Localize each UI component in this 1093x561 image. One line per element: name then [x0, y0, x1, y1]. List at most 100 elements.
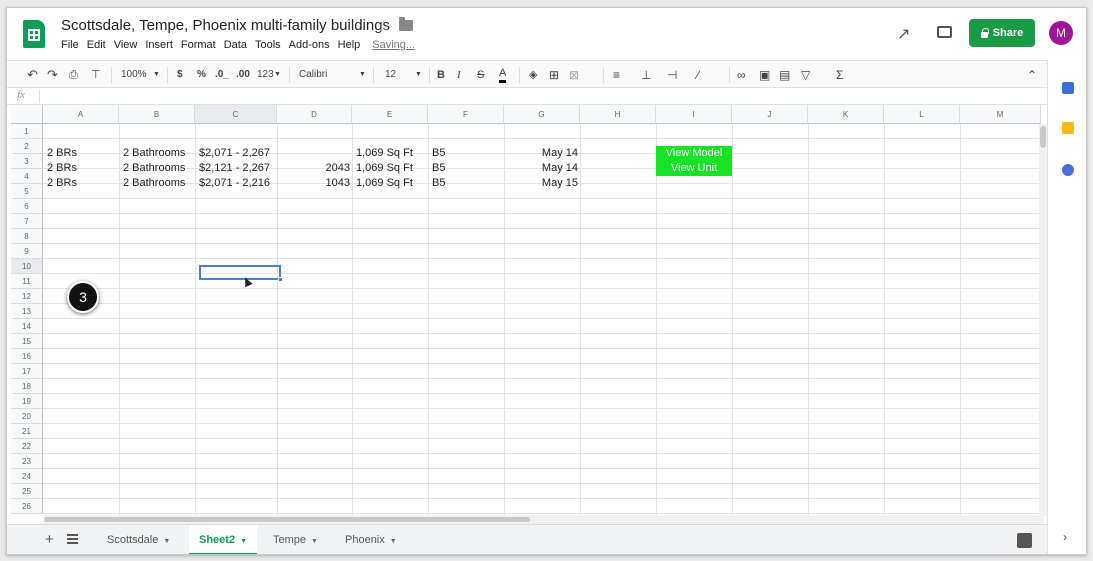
chevron-right-icon[interactable]: ›	[1063, 530, 1067, 544]
more-formats-button[interactable]: 123	[257, 67, 274, 83]
column-header-c[interactable]: C	[195, 105, 277, 124]
row-header-15[interactable]: 15	[11, 334, 43, 349]
paint-format-icon[interactable]: ⊤	[91, 67, 101, 83]
cell-c4[interactable]: $2,071 - 2,216	[197, 176, 272, 191]
row-header-6[interactable]: 6	[11, 199, 43, 214]
column-header-h[interactable]: H	[580, 105, 656, 124]
explore-icon[interactable]	[1017, 533, 1032, 548]
menu-tools[interactable]: Tools	[255, 39, 281, 51]
chevron-down-icon[interactable]: ▼	[390, 538, 397, 545]
cell-a3[interactable]: 2 BRs	[45, 161, 79, 176]
currency-format-button[interactable]: $	[177, 67, 183, 83]
borders-icon[interactable]: ⊞	[549, 67, 559, 83]
cell-d2[interactable]	[277, 146, 352, 161]
row-header-23[interactable]: 23	[11, 454, 43, 469]
column-header-e[interactable]: E	[352, 105, 428, 124]
column-header-a[interactable]: A	[43, 105, 119, 124]
cell-e2[interactable]: 1,069 Sq Ft	[354, 146, 415, 161]
document-title[interactable]: Scottsdale, Tempe, Phoenix multi-family …	[61, 17, 390, 34]
row-header-17[interactable]: 17	[11, 364, 43, 379]
row-header-18[interactable]: 18	[11, 379, 43, 394]
sheets-logo-icon[interactable]	[23, 20, 45, 48]
row-header-5[interactable]: 5	[11, 184, 43, 199]
cell-c3[interactable]: $2,121 - 2,267	[197, 161, 272, 176]
menu-data[interactable]: Data	[224, 39, 247, 51]
row-header-24[interactable]: 24	[11, 469, 43, 484]
cell-a2[interactable]: 2 BRs	[45, 146, 79, 161]
row-header-4[interactable]: 4	[11, 169, 43, 184]
select-all-corner[interactable]	[11, 105, 43, 124]
menu-insert[interactable]: Insert	[145, 39, 173, 51]
menu-format[interactable]: Format	[181, 39, 216, 51]
row-header-16[interactable]: 16	[11, 349, 43, 364]
row-header-3[interactable]: 3	[11, 154, 43, 169]
column-header-m[interactable]: M	[960, 105, 1041, 124]
cell-a4[interactable]: 2 BRs	[45, 176, 79, 191]
folder-icon[interactable]	[399, 17, 413, 31]
row-header-7[interactable]: 7	[11, 214, 43, 229]
insert-comment-icon[interactable]: ▣	[759, 67, 770, 83]
column-header-k[interactable]: K	[808, 105, 884, 124]
cell-d3[interactable]: 2043	[277, 161, 352, 176]
merge-icon[interactable]: ⊠	[569, 67, 579, 83]
cell-f2[interactable]: B5	[430, 146, 447, 161]
comment-icon[interactable]	[937, 26, 952, 38]
link-icon[interactable]: ∞	[737, 67, 746, 83]
row-header-13[interactable]: 13	[11, 304, 43, 319]
row-header-10[interactable]: 10	[11, 259, 43, 274]
decrease-decimal-button[interactable]: .0_	[215, 67, 229, 83]
menu-file[interactable]: File	[61, 39, 79, 51]
sheet-tab-tempe[interactable]: Tempe ▼	[263, 525, 328, 554]
row-header-2[interactable]: 2	[11, 139, 43, 154]
row-header-21[interactable]: 21	[11, 424, 43, 439]
redo-icon[interactable]: ↷	[47, 67, 58, 83]
column-header-d[interactable]: D	[277, 105, 352, 124]
cell-b2[interactable]: 2 Bathrooms	[121, 146, 187, 161]
menu-addons[interactable]: Add-ons	[289, 39, 330, 51]
row-header-9[interactable]: 9	[11, 244, 43, 259]
chevron-down-icon[interactable]: ▼	[153, 67, 160, 83]
strikethrough-button[interactable]: S	[477, 67, 484, 83]
cell-f3[interactable]: B5	[430, 161, 447, 176]
spreadsheet-grid[interactable]: A B C D E F G H I J K L M 1 2 3 4 5 6 7 8 9 10 11 1…	[11, 105, 1041, 515]
cell-d4[interactable]: 1043	[277, 176, 352, 191]
collapse-icon[interactable]: ⌃	[1027, 67, 1037, 83]
rotate-icon[interactable]: ⁄	[697, 67, 699, 83]
undo-icon[interactable]: ↶	[27, 67, 38, 83]
save-status[interactable]: Saving...	[372, 39, 415, 51]
share-button[interactable]: Share	[969, 19, 1035, 47]
print-icon[interactable]: ⎙	[69, 67, 78, 83]
row-header-12[interactable]: 12	[11, 289, 43, 304]
tasks-icon[interactable]	[1062, 164, 1074, 176]
chevron-down-icon[interactable]: ▼	[163, 538, 170, 545]
text-color-button[interactable]: A	[499, 67, 507, 83]
menu-edit[interactable]: Edit	[87, 39, 106, 51]
formula-input[interactable]	[47, 89, 1037, 103]
cell-e4[interactable]: 1,069 Sq Ft	[354, 176, 415, 191]
row-header-14[interactable]: 14	[11, 319, 43, 334]
calendar-icon[interactable]	[1062, 82, 1074, 94]
bold-button[interactable]: B	[437, 67, 445, 83]
column-header-f[interactable]: F	[428, 105, 504, 124]
cell-b4[interactable]: 2 Bathrooms	[121, 176, 187, 191]
chevron-down-icon[interactable]: ▼	[359, 67, 366, 83]
menu-help[interactable]: Help	[338, 39, 361, 51]
chevron-down-icon[interactable]: ▼	[240, 538, 247, 545]
percent-format-button[interactable]: %	[197, 67, 206, 83]
italic-button[interactable]: I	[457, 67, 461, 83]
trend-icon[interactable]: ↗	[897, 24, 910, 44]
view-model-button[interactable]: View Model	[656, 146, 732, 161]
column-header-l[interactable]: L	[884, 105, 960, 124]
fill-handle[interactable]	[278, 277, 283, 282]
sum-function-button[interactable]: Σ	[836, 67, 843, 83]
column-header-i[interactable]: I	[656, 105, 732, 124]
row-header-19[interactable]: 19	[11, 394, 43, 409]
row-header-11[interactable]: 11	[11, 274, 43, 289]
chevron-down-icon[interactable]: ▼	[415, 67, 422, 83]
row-header-8[interactable]: 8	[11, 229, 43, 244]
cell-g4[interactable]: May 15	[504, 176, 580, 191]
sheet-tab-phoenix[interactable]: Phoenix ▼	[335, 525, 407, 554]
avatar[interactable]: M	[1049, 21, 1073, 45]
cell-b3[interactable]: 2 Bathrooms	[121, 161, 187, 176]
cell-e3[interactable]: 1,069 Sq Ft	[354, 161, 415, 176]
